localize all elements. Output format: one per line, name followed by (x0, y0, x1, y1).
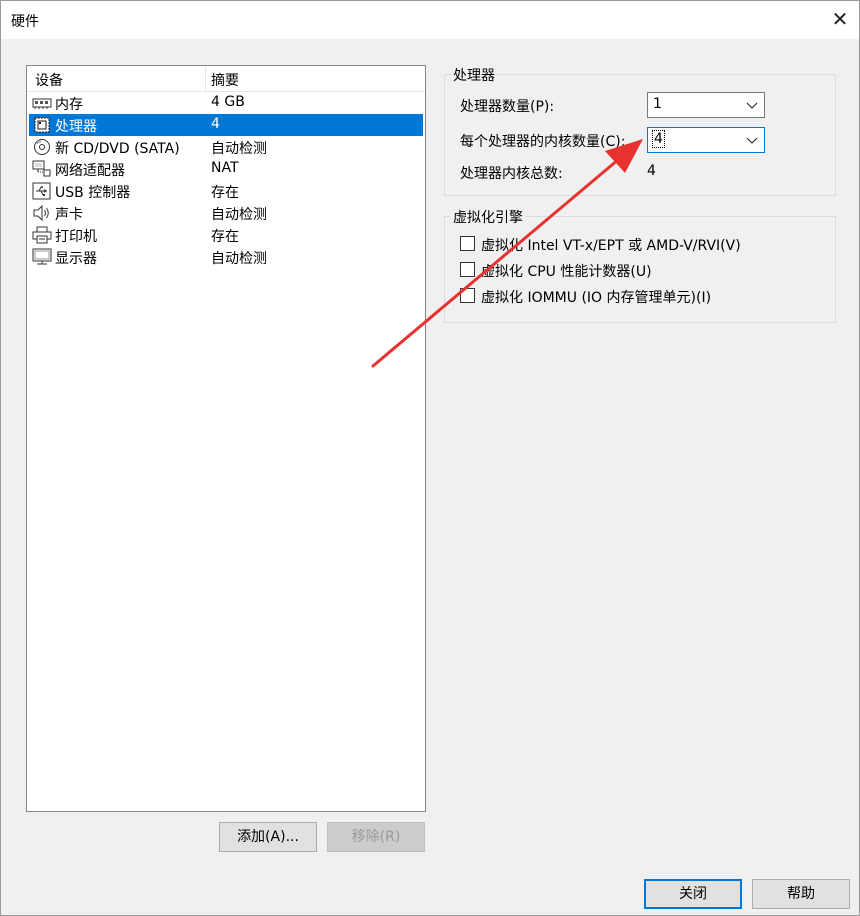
device-row-cd-dvd[interactable]: 新 CD/DVD (SATA) 自动检测 (29, 136, 423, 158)
help-button[interactable]: 帮助 (752, 879, 850, 909)
device-summary: 自动检测 (211, 141, 267, 157)
virtualize-vtx-checkbox[interactable] (460, 236, 475, 251)
chevron-down-icon (746, 102, 758, 109)
virtualization-group-title: 虚拟化引擎 (451, 207, 525, 227)
device-summary: NAT (211, 160, 239, 176)
device-summary: 自动检测 (211, 207, 267, 223)
add-button[interactable]: 添加(A)... (219, 822, 317, 852)
device-list[interactable]: 设备 摘要 内存 4 GB 处理器 4 新 CD/DVD (SATA) 自动检测… (26, 65, 426, 812)
device-row-processor[interactable]: 处理器 4 (29, 114, 423, 136)
virtualize-iommu-label[interactable]: 虚拟化 IOMMU (IO 内存管理单元)(I) (481, 287, 711, 307)
chevron-down-icon (746, 137, 758, 144)
device-row-sound-card[interactable]: 声卡 自动检测 (29, 202, 423, 224)
column-header-summary[interactable]: 摘要 (211, 70, 239, 90)
speaker-icon (33, 204, 49, 222)
virtualize-iommu-checkbox[interactable] (460, 288, 475, 303)
device-row-display[interactable]: 显示器 自动检测 (29, 246, 423, 268)
hardware-dialog: 硬件 ✕ 设备 摘要 内存 4 GB 处理器 4 新 CD/DVD (SATA)… (0, 0, 860, 916)
list-header: 设备 摘要 (27, 66, 425, 92)
device-summary: 存在 (211, 185, 239, 201)
processor-count-dropdown[interactable]: 1 (647, 92, 765, 118)
device-row-network-adapter[interactable]: 网络适配器 NAT (29, 158, 423, 180)
virtualize-cpu-counters-checkbox[interactable] (460, 262, 475, 277)
network-adapter-icon (32, 160, 51, 177)
device-summary: 4 GB (211, 94, 245, 110)
device-name: 网络适配器 (55, 163, 125, 179)
printer-icon (32, 226, 52, 244)
device-name: 打印机 (55, 229, 97, 245)
device-name: USB 控制器 (55, 185, 131, 201)
processor-icon (34, 117, 50, 133)
cores-per-processor-value: 4 (652, 130, 665, 148)
device-name: 声卡 (55, 207, 83, 223)
close-button[interactable]: 关闭 (644, 879, 742, 909)
device-row-usb-controller[interactable]: USB 控制器 存在 (29, 180, 423, 202)
device-name: 内存 (55, 97, 83, 113)
window-title: 硬件 (11, 14, 39, 30)
usb-icon (32, 182, 51, 200)
device-summary: 4 (211, 116, 220, 132)
cores-per-processor-dropdown[interactable]: 4 (647, 127, 765, 153)
processor-group-title: 处理器 (451, 65, 497, 85)
device-row-memory[interactable]: 内存 4 GB (29, 92, 423, 114)
cd-dvd-icon (34, 139, 50, 155)
device-summary: 自动检测 (211, 251, 267, 267)
processor-count-value: 1 (653, 96, 662, 112)
device-summary: 存在 (211, 229, 239, 245)
remove-button[interactable]: 移除(R) (327, 822, 425, 852)
virtualize-cpu-counters-label[interactable]: 虚拟化 CPU 性能计数器(U) (481, 261, 652, 281)
device-name: 新 CD/DVD (SATA) (55, 141, 180, 157)
device-row-printer[interactable]: 打印机 存在 (29, 224, 423, 246)
device-name: 显示器 (55, 251, 97, 267)
cores-per-processor-label: 每个处理器的内核数量(C): (460, 134, 626, 150)
column-header-device[interactable]: 设备 (35, 70, 63, 90)
monitor-icon (32, 248, 52, 265)
title-bar: 硬件 ✕ (1, 1, 859, 39)
close-icon[interactable]: ✕ (823, 5, 857, 35)
processor-count-label: 处理器数量(P): (460, 99, 555, 115)
memory-icon (32, 98, 52, 109)
device-name: 处理器 (55, 119, 97, 135)
total-cores-value: 4 (647, 163, 656, 179)
virtualize-vtx-label[interactable]: 虚拟化 Intel VT-x/EPT 或 AMD-V/RVI(V) (481, 235, 741, 255)
total-cores-label: 处理器内核总数: (460, 166, 563, 182)
column-divider[interactable] (205, 66, 206, 92)
